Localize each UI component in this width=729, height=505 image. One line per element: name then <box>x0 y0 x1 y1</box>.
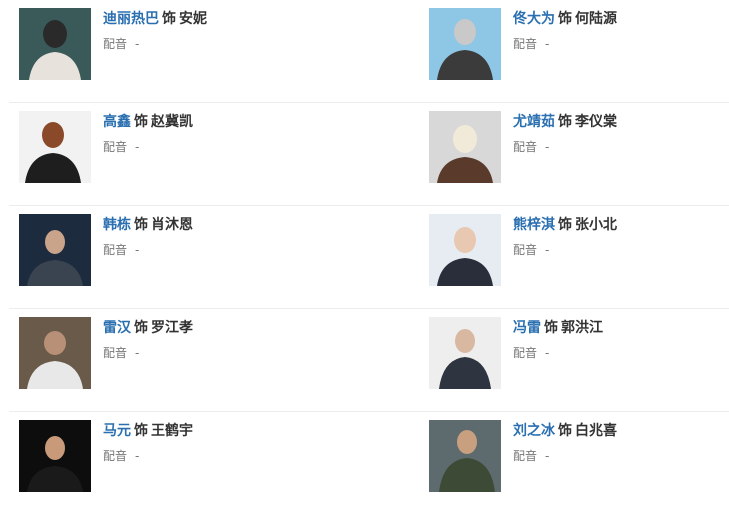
cast-item: 雷汉饰罗江孝 配音 - <box>19 317 339 389</box>
dub-label: 配音 <box>513 140 538 154</box>
cast-info: 高鑫饰赵冀凯 配音 - <box>103 113 193 155</box>
actor-photo[interactable] <box>19 317 91 389</box>
dub-value: - <box>545 37 550 51</box>
cast-item: 迪丽热巴饰安妮 配音 - <box>19 8 339 80</box>
actor-name-link[interactable]: 佟大为 <box>513 11 555 27</box>
role-name: 罗江孝 <box>151 320 193 336</box>
role-name: 李仪棠 <box>575 114 617 130</box>
dub-label: 配音 <box>513 37 538 51</box>
role-separator: 饰 <box>558 423 572 439</box>
dub-value: - <box>135 346 140 360</box>
actor-photo[interactable] <box>19 214 91 286</box>
cast-item: 韩栋饰肖沐恩 配音 - <box>19 214 339 286</box>
role-name: 何陆源 <box>575 11 617 27</box>
cast-info: 熊梓淇饰张小北 配音 - <box>513 216 617 258</box>
cast-item: 熊梓淇饰张小北 配音 - <box>429 214 729 286</box>
dub-value: - <box>545 346 550 360</box>
role-separator: 饰 <box>558 11 572 27</box>
cast-item: 佟大为饰何陆源 配音 - <box>429 8 729 80</box>
cast-info: 雷汉饰罗江孝 配音 - <box>103 319 193 361</box>
dub-value: - <box>545 449 550 463</box>
cast-info: 冯雷饰郭洪江 配音 - <box>513 319 603 361</box>
actor-photo[interactable] <box>429 420 501 492</box>
cast-info: 尤靖茹饰李仪棠 配音 - <box>513 113 617 155</box>
cast-row: 雷汉饰罗江孝 配音 - 冯雷饰郭洪江 配音 - <box>9 309 729 412</box>
cast-info: 韩栋饰肖沐恩 配音 - <box>103 216 193 258</box>
actor-photo[interactable] <box>429 111 501 183</box>
role-name: 张小北 <box>575 217 617 233</box>
actor-name-link[interactable]: 冯雷 <box>513 320 541 336</box>
role-separator: 饰 <box>558 114 572 130</box>
dub-value: - <box>135 243 140 257</box>
role-separator: 饰 <box>134 423 148 439</box>
cast-list: 迪丽热巴饰安妮 配音 - 佟大为饰何陆源 配音 - 高鑫饰赵冀凯 配音 - 尤靖… <box>0 0 729 505</box>
cast-item: 冯雷饰郭洪江 配音 - <box>429 317 729 389</box>
role-separator: 饰 <box>134 320 148 336</box>
cast-row: 马元饰王鹤宇 配音 - 刘之冰饰白兆喜 配音 - <box>9 412 729 505</box>
actor-name-link[interactable]: 高鑫 <box>103 114 131 130</box>
role-name: 白兆喜 <box>575 423 617 439</box>
role-name: 肖沐恩 <box>151 217 193 233</box>
cast-info: 迪丽热巴饰安妮 配音 - <box>103 10 207 52</box>
cast-info: 马元饰王鹤宇 配音 - <box>103 422 193 464</box>
role-separator: 饰 <box>134 114 148 130</box>
role-name: 郭洪江 <box>561 320 603 336</box>
actor-name-link[interactable]: 韩栋 <box>103 217 131 233</box>
cast-info: 佟大为饰何陆源 配音 - <box>513 10 617 52</box>
dub-value: - <box>545 140 550 154</box>
actor-photo[interactable] <box>19 111 91 183</box>
dub-value: - <box>135 140 140 154</box>
cast-item: 高鑫饰赵冀凯 配音 - <box>19 111 339 183</box>
cast-row: 韩栋饰肖沐恩 配音 - 熊梓淇饰张小北 配音 - <box>9 206 729 309</box>
cast-row: 迪丽热巴饰安妮 配音 - 佟大为饰何陆源 配音 - <box>9 0 729 103</box>
actor-name-link[interactable]: 迪丽热巴 <box>103 11 159 27</box>
cast-item: 尤靖茹饰李仪棠 配音 - <box>429 111 729 183</box>
actor-name-link[interactable]: 雷汉 <box>103 320 131 336</box>
dub-label: 配音 <box>513 449 538 463</box>
role-separator: 饰 <box>544 320 558 336</box>
actor-photo[interactable] <box>429 214 501 286</box>
dub-label: 配音 <box>513 243 538 257</box>
dub-label: 配音 <box>103 37 128 51</box>
role-separator: 饰 <box>558 217 572 233</box>
cast-info: 刘之冰饰白兆喜 配音 - <box>513 422 617 464</box>
cast-item: 刘之冰饰白兆喜 配音 - <box>429 420 729 492</box>
dub-value: - <box>135 37 140 51</box>
actor-photo[interactable] <box>19 420 91 492</box>
dub-label: 配音 <box>513 346 538 360</box>
actor-photo[interactable] <box>19 8 91 80</box>
dub-label: 配音 <box>103 449 128 463</box>
actor-photo[interactable] <box>429 317 501 389</box>
role-separator: 饰 <box>162 11 176 27</box>
dub-value: - <box>135 449 140 463</box>
role-name: 安妮 <box>179 11 207 27</box>
dub-value: - <box>545 243 550 257</box>
dub-label: 配音 <box>103 243 128 257</box>
actor-name-link[interactable]: 尤靖茹 <box>513 114 555 130</box>
cast-row: 高鑫饰赵冀凯 配音 - 尤靖茹饰李仪棠 配音 - <box>9 103 729 206</box>
role-name: 赵冀凯 <box>151 114 193 130</box>
role-name: 王鹤宇 <box>151 423 193 439</box>
actor-photo[interactable] <box>429 8 501 80</box>
dub-label: 配音 <box>103 346 128 360</box>
actor-name-link[interactable]: 马元 <box>103 423 131 439</box>
dub-label: 配音 <box>103 140 128 154</box>
actor-name-link[interactable]: 刘之冰 <box>513 423 555 439</box>
cast-item: 马元饰王鹤宇 配音 - <box>19 420 339 492</box>
actor-name-link[interactable]: 熊梓淇 <box>513 217 555 233</box>
role-separator: 饰 <box>134 217 148 233</box>
